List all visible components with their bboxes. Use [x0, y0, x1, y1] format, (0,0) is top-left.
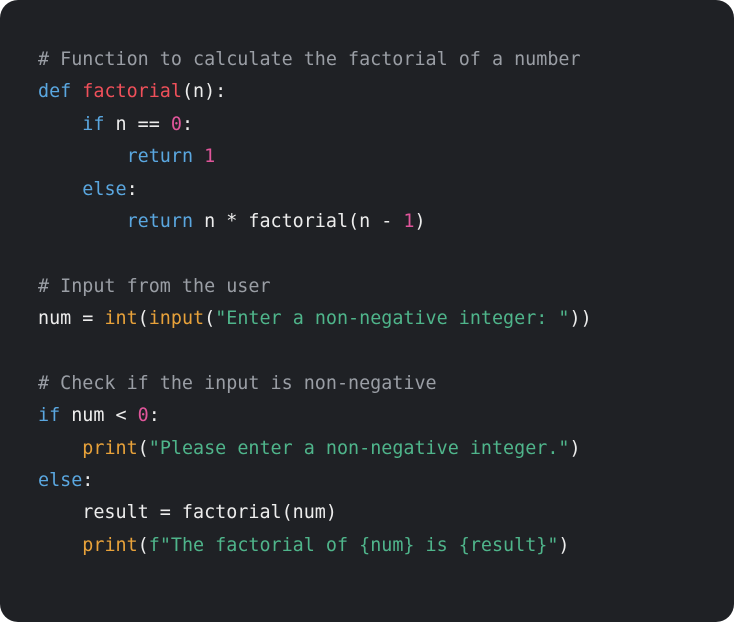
code-token-plain: result = factorial(num)	[38, 502, 337, 524]
code-line: if n == 0:	[38, 109, 592, 141]
code-token-plain: (n):	[181, 81, 227, 103]
code-token-builtin: int	[104, 308, 138, 330]
code-line: return 1	[38, 141, 592, 173]
code-token-comment: # Input from the user	[38, 275, 271, 297]
code-token-comment: # Function to calculate the factorial of…	[38, 49, 581, 70]
code-token-keyword: else	[82, 178, 127, 200]
code-token-funcname: factorial	[82, 81, 182, 103]
code-token-number: 1	[403, 210, 415, 232]
code-token-string: "Please enter a non-negative integer."	[148, 437, 570, 459]
code-token-keyword: else	[38, 470, 83, 492]
code-line: # Input from the user	[38, 271, 592, 303]
code-token-number: 1	[204, 146, 216, 168]
code-token-plain: :	[82, 470, 94, 492]
code-token-keyword: return	[126, 146, 194, 168]
code-token-keyword: return	[126, 210, 194, 232]
code-token-plain: :	[148, 405, 160, 427]
code-token-keyword: if	[82, 113, 105, 135]
code-token-builtin: print	[82, 534, 138, 556]
code-token-plain: )	[569, 437, 581, 459]
code-token-plain: )	[558, 534, 570, 556]
code-token-plain: :	[181, 113, 194, 135]
code-token-comment: # Check if the input is non-negative	[38, 372, 437, 394]
code-token-plain: (	[137, 534, 149, 556]
code-token-plain: n * factorial(n -	[193, 210, 404, 232]
code-token-plain: )	[414, 210, 426, 232]
code-card: # Function to calculate the factorial of…	[0, 0, 734, 622]
code-token-builtin: input	[148, 308, 205, 330]
code-token-number: 0	[170, 113, 182, 135]
code-token-plain: (	[137, 308, 149, 330]
code-token-plain: num =	[38, 308, 105, 330]
code-line: num = int(input("Enter a non-negative in…	[38, 303, 592, 335]
code-line: # Function to calculate the factorial of…	[38, 44, 592, 76]
code-token-plain: ))	[569, 308, 592, 330]
code-line: if num < 0:	[38, 400, 592, 432]
code-token-keyword: def	[38, 81, 72, 103]
code-line: # Check if the input is non-negative	[38, 368, 592, 400]
code-token-plain: num <	[60, 405, 138, 427]
code-line: print(f"The factorial of {num} is {resul…	[38, 530, 592, 562]
code-token-plain: :	[126, 178, 138, 200]
code-line: print("Please enter a non-negative integ…	[38, 433, 592, 465]
code-line: result = factorial(num)	[38, 497, 592, 529]
code-token-builtin: print	[82, 437, 138, 459]
code-token-keyword: if	[38, 405, 61, 427]
code-token-string: "Enter a non-negative integer: "	[215, 308, 570, 330]
code-block[interactable]: # Function to calculate the factorial of…	[38, 44, 592, 562]
code-token-number: 0	[137, 405, 149, 427]
code-token-plain: (	[204, 308, 216, 330]
code-token-string: f"The factorial of {num} is {result}"	[148, 534, 559, 556]
code-line: else:	[38, 465, 592, 497]
code-line: else:	[38, 174, 592, 206]
code-line: return n * factorial(n - 1)	[38, 206, 592, 238]
code-token-plain: (	[137, 437, 149, 459]
code-line: def factorial(n):	[38, 76, 592, 108]
code-token-plain: n ==	[104, 113, 171, 135]
